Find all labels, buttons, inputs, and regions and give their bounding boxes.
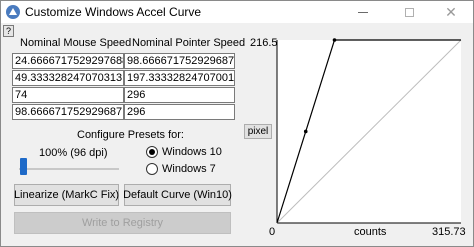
- curve-point: [332, 38, 337, 42]
- x-max-label: 315.73: [432, 226, 466, 238]
- accel-curve-chart[interactable]: [1, 1, 474, 247]
- x-axis-label: counts: [354, 226, 387, 238]
- accel-curve-window: Customize Windows Accel Curve ✕ ? Nomina…: [0, 0, 474, 247]
- x-min-label: 0: [269, 226, 276, 238]
- curve-point: [303, 129, 308, 134]
